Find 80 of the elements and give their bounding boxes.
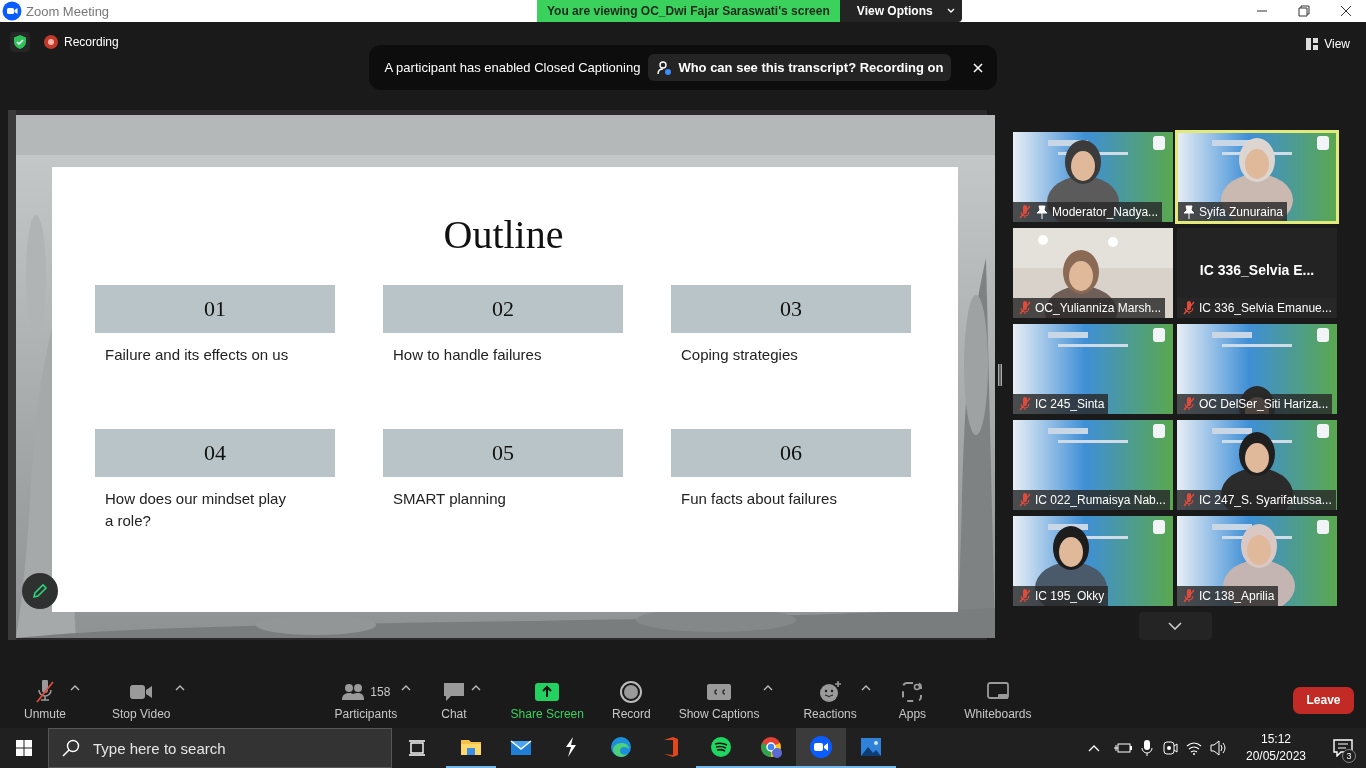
record-icon (619, 679, 644, 704)
caret-icon (401, 684, 412, 691)
caret-icon (763, 684, 774, 691)
share-screen-button[interactable]: Share Screen (510, 679, 584, 721)
windows-icon (16, 740, 32, 756)
record-button[interactable]: Record (612, 679, 651, 721)
stop-video-button[interactable]: Stop Video (112, 679, 171, 721)
screen-share-banner: You are viewing OC_Dwi Fajar Saraswati's screen (537, 0, 840, 22)
notification-message: A participant has enabled Closed Captioning (384, 60, 641, 75)
whiteboards-button[interactable]: Whiteboards (964, 679, 1032, 721)
music-circle-icon (709, 735, 733, 759)
taskbar-app-button[interactable] (796, 728, 846, 768)
outline-item-text: Fun facts about failures (681, 489, 838, 509)
chat-button[interactable]: Chat (441, 679, 467, 721)
chevron-down-icon (1168, 622, 1182, 630)
battery-icon[interactable] (1114, 741, 1132, 755)
caret-icon (860, 684, 871, 691)
participant-display-name: IC 336_Selvia E... (1198, 262, 1316, 278)
slide-title: Outline (442, 211, 565, 259)
participant-name: OC_Yulianniza Marsh... (1035, 301, 1162, 315)
reactions-button[interactable]: Reactions (803, 679, 857, 721)
chevron-up-icon[interactable] (1088, 744, 1100, 752)
transcript-button[interactable]: Who can see this transcript? Recording on (648, 54, 952, 81)
number-bar: 02 (383, 285, 623, 333)
shield-icon (10, 32, 30, 52)
search-icon (62, 739, 80, 757)
person-icon (656, 59, 673, 76)
window-title: Zoom Meeting (26, 3, 111, 19)
outline-item-text: How to handle failures (393, 345, 543, 365)
number-bar: 05 (383, 429, 623, 477)
wifi-icon[interactable] (1186, 741, 1202, 755)
pencil-icon (31, 582, 49, 600)
number-bar: 03 (671, 285, 911, 333)
participant-name: Syifa Zunuraina (1199, 205, 1284, 219)
show-captions-button[interactable]: Show Captions (678, 679, 760, 721)
participant-name: OC DelSer_Siti Hariza... (1199, 397, 1329, 411)
caret-icon (470, 684, 481, 691)
apps-icon (900, 679, 925, 704)
unmute-button[interactable]: Unmute (24, 679, 67, 721)
smiley-icon (818, 679, 843, 704)
view-button[interactable]: View (1300, 36, 1356, 52)
participant-name: IC 336_Selvia Emanue... (1199, 301, 1332, 315)
apps-button[interactable]: Apps (898, 679, 927, 721)
participant-name: IC 245_Sinta (1035, 397, 1105, 411)
restore-icon[interactable] (1298, 5, 1310, 17)
volume-icon[interactable] (1210, 740, 1228, 756)
browser-swirl-icon (609, 735, 633, 759)
close-icon[interactable] (1340, 5, 1352, 17)
photo-icon (859, 735, 883, 759)
clock[interactable]: 15:12 20/05/2023 (1240, 731, 1312, 765)
resize-handle-icon[interactable] (998, 364, 1002, 386)
caret-icon (174, 684, 185, 691)
view-options-button[interactable]: View Options (839, 0, 962, 22)
number-bar: 01 (95, 285, 335, 333)
notification-icon (1333, 739, 1353, 757)
outline-item-text: How does our mindset play a role? (105, 489, 287, 531)
recording-status: Recording (64, 35, 119, 49)
caret-icon (70, 684, 81, 691)
recording-icon (44, 35, 58, 49)
video-camera-icon (809, 735, 833, 759)
caret-icon (946, 8, 955, 14)
leave-button[interactable]: Leave (1293, 686, 1354, 714)
outline-item-text: SMART planning (393, 489, 507, 509)
grid-icon (1306, 38, 1319, 50)
outline-item-text: Coping strategies (681, 345, 799, 365)
microphone-icon[interactable] (1140, 740, 1154, 756)
participant-name: IC 138_Aprilia (1199, 589, 1275, 603)
browser-circle-icon (759, 735, 783, 759)
search-field[interactable]: Type here to search (48, 728, 392, 768)
number-bar: 04 (95, 429, 335, 477)
participant-name: IC 247_S. Syarifatussa... (1199, 493, 1332, 507)
task-view-icon (408, 740, 426, 756)
webcam-icon[interactable] (1162, 740, 1178, 756)
number-bar: 06 (671, 429, 911, 477)
participants-button[interactable]: 158 Participants (334, 679, 398, 721)
participant-name: IC 195_Okky (1035, 589, 1105, 603)
participant-name: Moderator_Nadya... (1052, 205, 1159, 219)
participant-name: IC 022_Rumaisya Nab... (1035, 493, 1166, 507)
outline-item-text: Failure and its effects on us (105, 345, 290, 365)
notifications-button[interactable]: 3 (1320, 728, 1366, 768)
